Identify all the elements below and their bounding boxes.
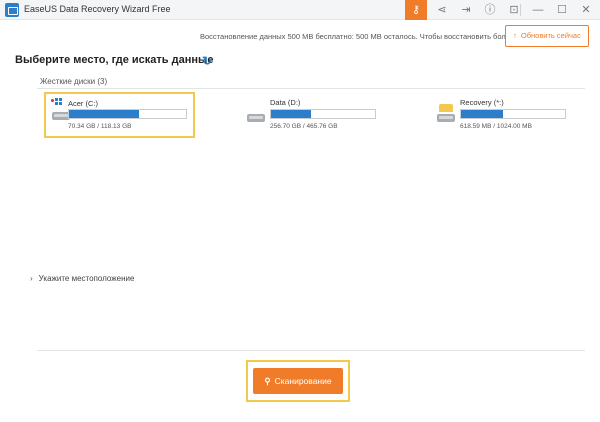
login-icon[interactable]: ⇥ [455,0,477,20]
page-title: Выберите место, где искать данные [15,54,214,66]
minimize-icon[interactable]: — [527,0,549,20]
specify-location-label: Укажите местоположение [38,274,135,283]
upgrade-button[interactable]: ↑ Обновить сейчас [505,25,589,47]
windows-logo-icon [55,98,63,106]
drive-size: 70.34 GB / 118.13 GB [68,123,132,130]
app-logo-icon [5,3,19,17]
scan-button[interactable]: ⚲ Сканирование [253,368,343,394]
maximize-icon[interactable]: ☐ [551,0,573,20]
divider [37,350,585,351]
titlebar-divider [520,4,521,16]
refresh-icon[interactable]: ↻ [202,54,212,68]
scan-label: Сканирование [274,376,332,386]
divider [37,88,585,89]
app-title: EaseUS Data Recovery Wizard Free [24,4,171,14]
drive-name: Acer (C:) [68,99,98,108]
specify-location-toggle[interactable]: › Укажите местоположение [30,274,134,283]
free-quota-info: Восстановление данных 500 MB бесплатно: … [200,32,522,41]
drive-size: 256.70 GB / 465.76 GB [270,123,338,130]
drive-usage-fill [271,110,311,118]
drive-d-card[interactable]: Data (D:) 256.70 GB / 465.76 GB [240,92,394,138]
drive-c-card[interactable]: Acer (C:) 70.34 GB / 118.13 GB [44,92,195,138]
hard-disks-label: Жесткие диски (3) [40,77,108,86]
arrow-up-icon: ↑ [513,31,517,40]
selected-dot-icon [51,99,54,102]
help-icon[interactable]: ⓘ [479,0,501,20]
hard-drive-icon [247,110,265,122]
drive-usage-bar [460,109,566,119]
scan-highlight-frame: ⚲ Сканирование [246,360,350,402]
drive-recovery-card[interactable]: Recovery (*:) 618.59 MB / 1024.00 MB [430,92,584,138]
upgrade-label: Обновить сейчас [520,31,581,40]
search-icon: ⚲ [264,376,271,386]
drive-usage-bar [270,109,376,119]
close-icon[interactable]: ✕ [575,0,597,20]
drive-usage-fill [461,110,503,118]
drive-size: 618.59 MB / 1024.00 MB [460,123,532,130]
share-icon[interactable]: ⋖ [431,0,453,20]
recovery-badge-icon [439,104,453,112]
drive-name: Recovery (*:) [460,98,504,107]
title-bar: EaseUS Data Recovery Wizard Free ⚷ ⋖ ⇥ ⓘ… [0,0,600,20]
chevron-right-icon: › [30,274,33,283]
drive-usage-bar [68,109,187,119]
drive-usage-fill [69,110,140,118]
exit-icon[interactable]: ⊡ [503,0,525,20]
drive-name: Data (D:) [270,98,301,107]
key-icon[interactable]: ⚷ [405,0,427,20]
recovery-drive-icon [437,104,455,122]
